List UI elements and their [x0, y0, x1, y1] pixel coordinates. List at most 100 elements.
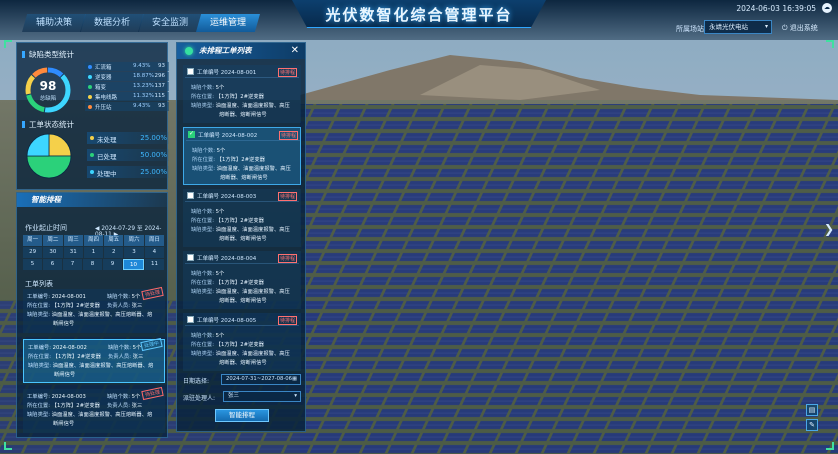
datetime: 2024-06-03 16:39:05 [736, 4, 816, 13]
tab-maintenance[interactable]: 运维管理 [196, 14, 260, 32]
order-checkbox[interactable] [187, 316, 194, 323]
calendar-day[interactable]: 4 [144, 247, 164, 258]
pending-loc-line: 所在位置: 【1方阵】2#逆变器 [191, 342, 264, 348]
status-row: 未处理 25.00% [87, 132, 169, 144]
calendar-day[interactable]: 8 [83, 259, 102, 270]
pending-order-card[interactable]: 工单编号 2024-08-003 待排程 缺陷个数: 5个 所在位置: 【1方阵】2#… [183, 189, 301, 247]
order-checkbox[interactable] [187, 192, 194, 199]
pending-loc-line: 所在位置: 【1方阵】2#逆变器 [191, 280, 264, 286]
order-list-title: 工单列表 [25, 280, 53, 288]
legend-pct: 18.87% [133, 73, 154, 79]
weekday: 周六 [124, 235, 144, 246]
pending-count-line: 缺陷个数: 5个 [191, 85, 225, 91]
pending-type-cont: 熔断器、熔断闸信号 [219, 360, 267, 366]
calendar-day[interactable]: 1 [83, 247, 104, 258]
pending-loc-line: 所在位置: 【1方阵】2#逆变器 [191, 218, 264, 224]
page-title: 光伏数智化综合管理平台 [325, 6, 513, 24]
layers-icon[interactable]: ▤ [806, 404, 818, 416]
legend-count: 296 [154, 73, 166, 79]
label: 缺陷类型: [27, 312, 50, 318]
calendar-day[interactable]: 7 [63, 259, 82, 270]
station-label: 所属场站: [676, 25, 707, 33]
order-card[interactable]: 待处理 工单编号: 2024-08-003 缺陷个数: 5个 所在位置: 【1方… [23, 386, 165, 433]
weekday: 周一 [23, 235, 43, 246]
calendar-day[interactable]: 31 [63, 247, 83, 258]
label: 所在位置: [27, 303, 50, 309]
range-sep: 至 [136, 226, 143, 232]
order-no: 2024-08-001 [51, 294, 86, 300]
edit-icon[interactable]: ✎ [806, 419, 818, 431]
label: 负责人员: [107, 303, 130, 309]
top-header: 光伏数智化综合管理平台 辅助决策 数据分析 安全监测 运维管理 2024-06-… [0, 0, 838, 40]
pending-count-line: 缺陷个数: 5个 [192, 148, 226, 154]
status-label: 未处理 [97, 136, 117, 144]
calendar-day-selected[interactable]: 10 [123, 259, 144, 270]
person-value: 张三 [228, 393, 240, 399]
order-checkbox[interactable] [188, 130, 195, 138]
close-icon[interactable]: ✕ [291, 43, 299, 59]
period-label: 作业起止时间 [25, 224, 67, 232]
legend-pct: 11.32% [133, 93, 154, 99]
weekday: 周四 [83, 235, 104, 246]
label: 所在位置: [28, 354, 51, 360]
calendar-day[interactable]: 3 [124, 247, 144, 258]
calendar-day[interactable]: 29 [23, 247, 43, 258]
donut-total: 98 [39, 79, 57, 93]
corner-decoration [4, 40, 12, 48]
pending-loc-line: 所在位置: 【1方阵】2#逆变器 [191, 94, 264, 100]
order-checkbox[interactable] [187, 254, 194, 261]
legend-count: 93 [158, 103, 165, 109]
pending-order-card[interactable]: 工单编号 2024-08-004 待排程 缺陷个数: 5个 所在位置: 【1方阵】2#… [183, 251, 301, 309]
defect-type-cont: 断闸信号 [53, 421, 75, 427]
tab-decision[interactable]: 辅助决策 [22, 14, 86, 32]
calendar-day[interactable]: 11 [145, 259, 164, 270]
calendar-day[interactable]: 6 [43, 259, 62, 270]
person-select[interactable]: 张三 ▾ [223, 391, 301, 402]
pending-order-no: 工单编号 2024-08-001 [197, 70, 257, 76]
label: 工单编号: [27, 394, 50, 400]
stats-panel: 缺陷类型统计 98 总缺陷 汇流箱 9.43% 93 逆变器 18.87% 29… [16, 42, 169, 190]
pending-header: 未排程工单列表 ✕ [177, 43, 305, 59]
calendar-day[interactable]: 2 [104, 247, 124, 258]
pending-tag: 待排程 [278, 131, 298, 140]
label: 缺陷类型: [28, 363, 51, 369]
calendar-day[interactable]: 30 [43, 247, 63, 258]
legend-dot [88, 64, 92, 69]
label: 负责人员: [108, 354, 131, 360]
date-range-input[interactable]: 2024-07-31~2027-08-06 ▦ [221, 374, 301, 385]
pending-order-card[interactable]: 工单编号 2024-08-005 待排程 缺陷个数: 5个 所在位置: 【1方阵】2#… [183, 313, 301, 371]
pending-card-header: 工单编号 2024-08-004 待排程 [185, 253, 299, 264]
pending-type-cont: 熔断器、熔断闸信号 [219, 112, 267, 118]
defect-type: 油面温度、油面温度报警、高压熔断器、熔 [52, 363, 154, 369]
legend-label: 集电线路 [95, 95, 118, 101]
status-row: 已处理 50.00% [87, 149, 169, 161]
logout-button[interactable]: ⏻ 退出系统 [782, 23, 818, 33]
label: 工单编号: [28, 345, 51, 351]
location: 【1方阵】2#逆变器 [52, 354, 101, 360]
legend-pct: 9.43% [133, 103, 151, 109]
order-card[interactable]: 待处理 工单编号: 2024-08-001 缺陷个数: 5个 所在位置: 【1方… [23, 286, 165, 333]
corner-decoration [826, 442, 834, 450]
order-card[interactable]: 处理中 工单编号: 2024-08-002 缺陷个数: 5个 所在位置: 【1方… [23, 337, 165, 383]
status-dot [90, 153, 94, 157]
location: 【1方阵】2#逆变器 [51, 403, 100, 409]
pending-order-no: 工单编号 2024-08-003 [197, 194, 257, 200]
power-icon: ⏻ [782, 24, 788, 32]
calendar-day[interactable]: 9 [103, 259, 122, 270]
chevron-down-icon: ▾ [764, 23, 768, 30]
chevron-right-icon[interactable]: ❯ [824, 222, 834, 236]
pending-order-card[interactable]: 工单编号 2024-08-002 待排程缺陷个数: 5个所在位置: 【1方阵】2#… [183, 127, 301, 185]
tab-analysis[interactable]: 数据分析 [80, 14, 144, 32]
pending-type-line: 缺陷类型: 油面温度、油面温度报警、高压 [191, 103, 290, 109]
pending-order-card[interactable]: 工单编号 2024-08-001 待排程 缺陷个数: 5个 所在位置: 【1方阵】2#… [183, 65, 301, 123]
order-status-tag: 待处理 [141, 286, 164, 301]
calendar-day[interactable]: 5 [23, 259, 42, 270]
station-select[interactable]: 永靖光伏电站 ▾ [704, 20, 772, 34]
label: 负责人员: [107, 403, 130, 409]
pending-type-cont: 熔断器、熔断闸信号 [220, 175, 268, 181]
weekday: 周三 [63, 235, 83, 246]
smart-schedule-button[interactable]: 智能排程 [215, 409, 269, 422]
tab-safety[interactable]: 安全监测 [138, 14, 202, 32]
label: 缺陷个数: [107, 294, 130, 300]
order-checkbox[interactable] [187, 68, 194, 75]
